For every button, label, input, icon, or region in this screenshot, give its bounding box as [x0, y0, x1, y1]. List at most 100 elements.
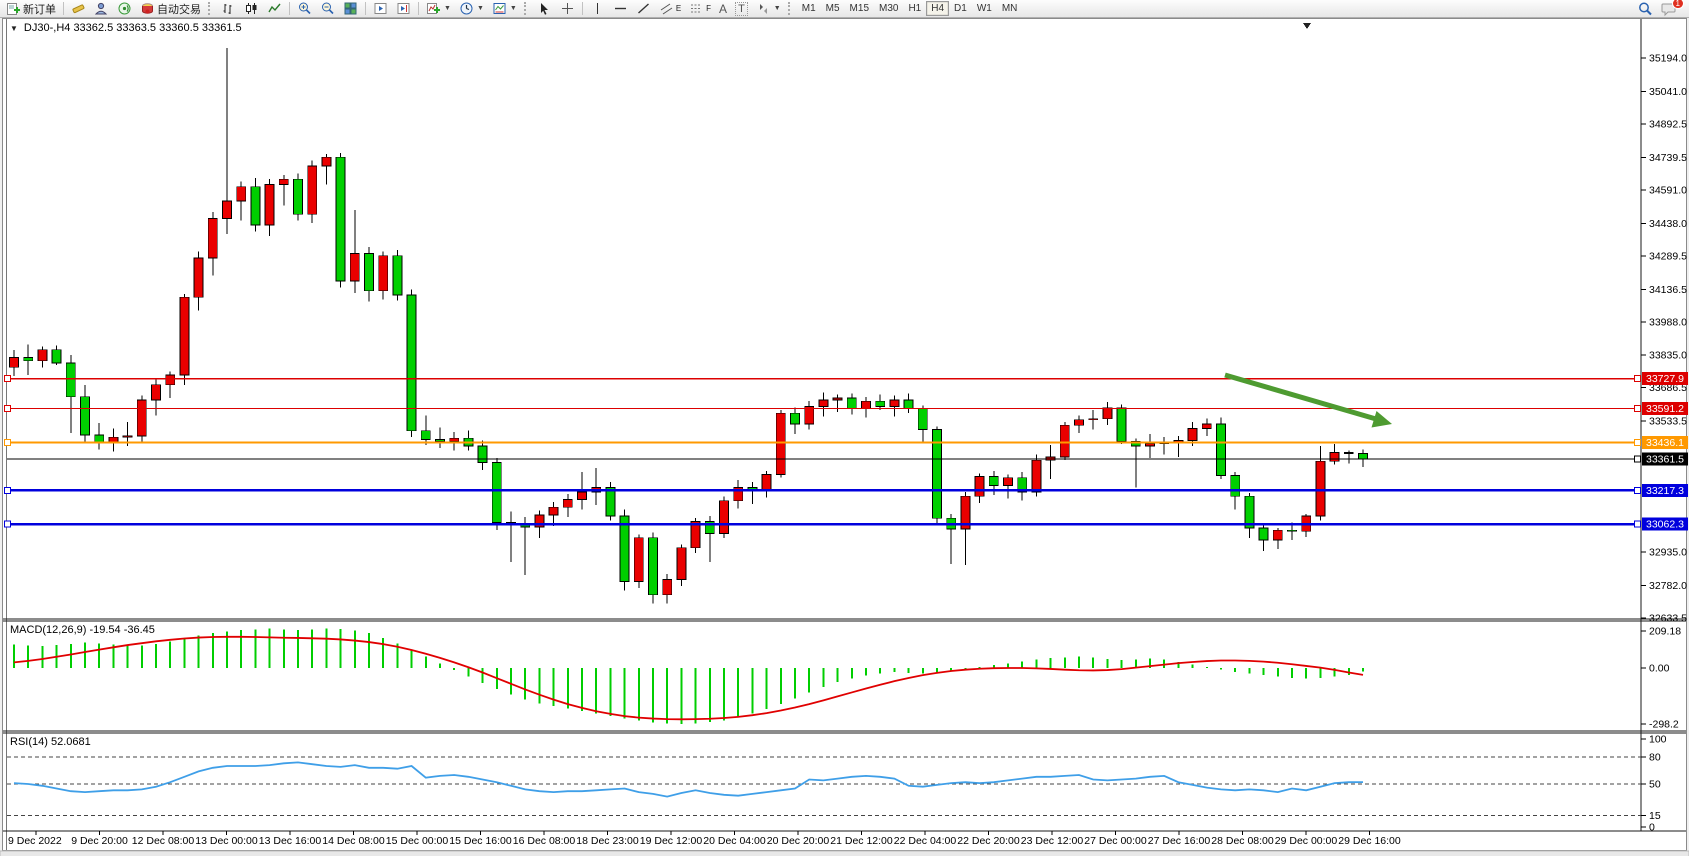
- candle-body: [350, 254, 359, 281]
- candle-body: [1060, 425, 1069, 457]
- tf-m1-button[interactable]: M1: [797, 1, 821, 16]
- hline-tool-button[interactable]: [609, 0, 632, 17]
- candle-body: [123, 436, 132, 437]
- user-icon: [94, 1, 109, 16]
- candle-body: [208, 219, 217, 258]
- notification-badge: 1: [1672, 0, 1684, 9]
- cursor-tool-button[interactable]: [533, 0, 556, 17]
- arrows-tool-button[interactable]: ▼: [752, 0, 785, 17]
- channel-tool-button[interactable]: E: [655, 0, 685, 17]
- hline-handle[interactable]: [5, 376, 11, 382]
- candlestick-mode-button[interactable]: [240, 0, 263, 17]
- chevron-down-icon: ▼: [774, 5, 781, 12]
- time-label: 16 Dec 08:00: [513, 835, 576, 847]
- signal-button[interactable]: [113, 0, 136, 17]
- crayon-button[interactable]: [67, 0, 90, 17]
- vertical-line-icon: [590, 1, 605, 16]
- periods-button[interactable]: ▼: [455, 0, 488, 17]
- rsi-tick: 50: [1649, 779, 1661, 791]
- fibonacci-tool-button[interactable]: F: [685, 0, 715, 17]
- time-label: 29 Dec 00:00: [1275, 835, 1338, 847]
- candle-body: [1231, 476, 1240, 497]
- price-tick: 32935.0: [1649, 547, 1687, 559]
- hline-handle[interactable]: [5, 439, 11, 445]
- candle-body: [1202, 424, 1211, 428]
- template-icon: [492, 1, 507, 16]
- candle-body: [762, 474, 771, 490]
- price-tick: 34289.5: [1649, 250, 1687, 262]
- price-tick: 32782.0: [1649, 580, 1687, 592]
- tag-connector: [1635, 439, 1641, 445]
- candle-body: [237, 187, 246, 201]
- candle-body: [66, 363, 75, 397]
- tf-mn-button[interactable]: MN: [997, 1, 1023, 16]
- time-label: 9 Dec 2022: [8, 835, 62, 847]
- candle-body: [407, 295, 416, 431]
- line-chart-mode-button[interactable]: [263, 0, 286, 17]
- candle-body: [450, 438, 459, 441]
- new-order-icon: [6, 1, 21, 16]
- tile-windows-button[interactable]: [339, 0, 362, 17]
- chart-canvas[interactable]: MACD(12,26,9) -19.54 -36.45RSI(14) 52.06…: [0, 18, 1689, 856]
- crosshair-icon: [560, 1, 575, 16]
- search-button[interactable]: [1633, 0, 1657, 17]
- trendline-tool-button[interactable]: [632, 0, 655, 17]
- price-tag-label: 33062.3: [1646, 519, 1684, 531]
- price-tick: 34136.5: [1649, 284, 1687, 296]
- indicators-button[interactable]: ▼: [422, 0, 455, 17]
- rsi-tick: 0: [1649, 822, 1655, 834]
- auto-scroll-button[interactable]: [369, 0, 392, 17]
- bar-chart-mode-button[interactable]: [217, 0, 240, 17]
- candle-body: [265, 185, 274, 225]
- crosshair-tool-button[interactable]: [556, 0, 579, 17]
- fibo-sub-label: F: [706, 4, 711, 13]
- profile-button[interactable]: [90, 0, 113, 17]
- candle-body: [251, 187, 260, 225]
- candle-body: [166, 375, 175, 385]
- auto-trading-button[interactable]: 自动交易: [136, 0, 205, 17]
- hline-handle[interactable]: [5, 406, 11, 412]
- candle-body: [81, 397, 90, 435]
- time-label: 27 Dec 16:00: [1148, 835, 1211, 847]
- candle-body: [393, 256, 402, 295]
- zoom-in-button[interactable]: [293, 0, 316, 17]
- chart-shift-button[interactable]: [392, 0, 415, 17]
- time-label: 18 Dec 23:00: [576, 835, 639, 847]
- channel-sub-label: E: [676, 4, 681, 13]
- zoom-out-icon: [320, 1, 335, 16]
- time-label: 20 Dec 20:00: [767, 835, 830, 847]
- macd-tick: -298.2: [1649, 719, 1679, 731]
- zoom-out-button[interactable]: [316, 0, 339, 17]
- price-tag-label: 33217.3: [1646, 485, 1684, 497]
- text-label-tool-button[interactable]: T: [731, 0, 752, 17]
- tf-m30-button[interactable]: M30: [874, 1, 903, 16]
- candle-body: [365, 254, 374, 291]
- candle-body: [1004, 478, 1013, 486]
- time-label: 23 Dec 12:00: [1021, 835, 1084, 847]
- signal-icon: [117, 1, 132, 16]
- rsi-tick: 100: [1649, 734, 1667, 746]
- notifications-button[interactable]: 1: [1657, 0, 1681, 17]
- rsi-tick: 15: [1649, 810, 1661, 822]
- templates-button[interactable]: ▼: [488, 0, 521, 17]
- tf-m15-button[interactable]: M15: [845, 1, 874, 16]
- collapse-ohlc-icon[interactable]: ▼: [10, 24, 18, 33]
- tf-w1-button[interactable]: W1: [972, 1, 997, 16]
- candle-body: [776, 413, 785, 474]
- vline-tool-button[interactable]: [586, 0, 609, 17]
- new-order-button[interactable]: 新订单: [2, 0, 60, 17]
- indicators-icon: [426, 1, 441, 16]
- candle-body: [24, 357, 33, 360]
- text-tool-button[interactable]: A: [715, 0, 731, 17]
- tf-d1-button[interactable]: D1: [949, 1, 972, 16]
- tf-h1-button[interactable]: H1: [903, 1, 926, 16]
- line-chart-icon: [267, 1, 282, 16]
- hline-handle[interactable]: [5, 487, 11, 493]
- hline-handle[interactable]: [5, 521, 11, 527]
- tf-h4-button[interactable]: H4: [926, 1, 949, 16]
- bar-chart-icon: [221, 1, 236, 16]
- text-t-icon: T: [735, 2, 748, 16]
- candle-body: [152, 385, 161, 400]
- tf-m5-button[interactable]: M5: [821, 1, 845, 16]
- candle-body: [322, 157, 331, 166]
